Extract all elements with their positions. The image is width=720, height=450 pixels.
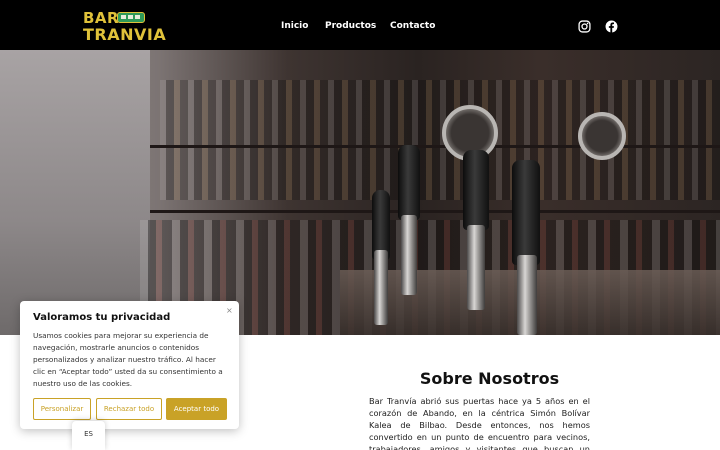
tap-handle xyxy=(398,145,420,220)
accept-all-button[interactable]: Aceptar todo xyxy=(166,398,227,420)
nav-inicio[interactable]: Inicio xyxy=(281,21,308,32)
close-icon[interactable]: × xyxy=(226,306,233,315)
customize-button[interactable]: Personalizar xyxy=(33,398,91,420)
tap-spout xyxy=(374,250,388,325)
tap-spout xyxy=(467,225,485,310)
tap-spout xyxy=(401,215,417,295)
language-switcher[interactable]: ES xyxy=(72,421,105,450)
logo-text-tranvia: TRANVIA xyxy=(83,25,167,44)
hero-bottle-shelves xyxy=(160,80,720,200)
cookie-title: Valoramos tu privacidad xyxy=(33,312,171,323)
hero-shelf xyxy=(150,210,720,213)
hero-wall xyxy=(0,50,150,335)
cookie-consent-banner: × Valoramos tu privacidad Usamos cookies… xyxy=(20,301,239,429)
site-header: BAR TRANVIA Inicio Productos Contacto xyxy=(0,0,720,50)
instagram-icon[interactable] xyxy=(578,20,591,33)
about-text: Bar Tranvía abrió sus puertas hace ya 5 … xyxy=(369,396,590,450)
bar-tranvia-logo[interactable]: BAR TRANVIA xyxy=(83,9,166,44)
nav-contacto[interactable]: Contacto xyxy=(390,21,435,32)
tram-icon xyxy=(117,12,145,23)
hero-shelf xyxy=(150,145,720,148)
cookie-description: Usamos cookies para mejorar su experienc… xyxy=(33,331,223,388)
hero-bar-taps-image xyxy=(0,50,720,335)
tap-gauge xyxy=(578,112,626,160)
logo-text-bar: BAR xyxy=(83,9,120,27)
tap-spout xyxy=(517,255,537,335)
tap-handle xyxy=(512,160,540,265)
reject-all-button[interactable]: Rechazar todo xyxy=(96,398,162,420)
tap-handle xyxy=(463,150,489,230)
facebook-icon[interactable] xyxy=(605,20,618,33)
nav-productos[interactable]: Productos xyxy=(325,21,376,32)
about-title: Sobre Nosotros xyxy=(419,369,560,388)
